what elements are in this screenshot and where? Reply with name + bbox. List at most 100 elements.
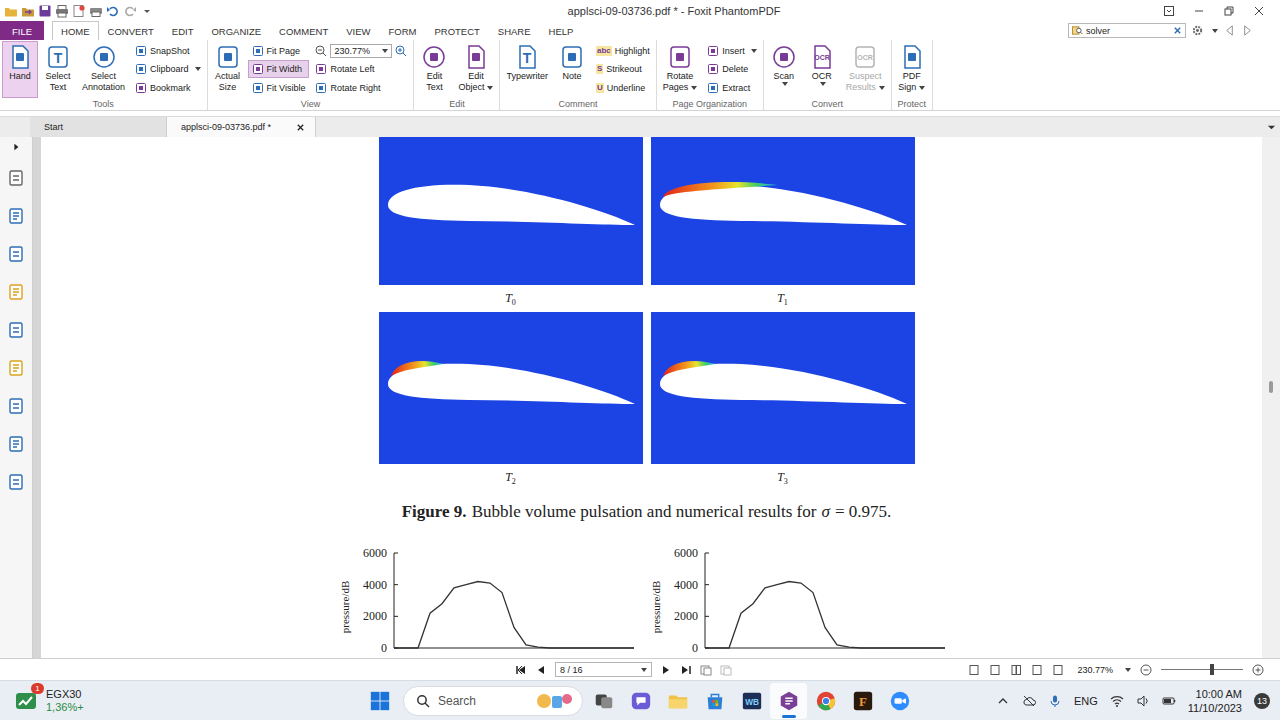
- zoom-in-icon[interactable]: [1252, 664, 1264, 676]
- next-result-icon[interactable]: [1241, 24, 1254, 37]
- dropdown-icon[interactable]: [879, 86, 885, 90]
- open-folder-icon[interactable]: [4, 4, 18, 18]
- ribbon-button[interactable]: PDFSign: [894, 41, 930, 98]
- dropdown-icon[interactable]: [751, 49, 757, 53]
- taskbar-app[interactable]: [659, 683, 696, 719]
- dropdown-icon[interactable]: [782, 82, 788, 86]
- close-icon[interactable]: [1244, 5, 1274, 17]
- page-layout-icon[interactable]: [989, 664, 1001, 676]
- undo-icon[interactable]: [106, 4, 120, 18]
- stock-widget[interactable]: 1EGX301,36%+: [14, 688, 84, 714]
- menu-tab[interactable]: PROTECT: [425, 21, 488, 40]
- first-page-icon[interactable]: [515, 664, 527, 676]
- ribbon-small-button[interactable]: Insert: [703, 42, 761, 60]
- previous-page-icon[interactable]: [535, 664, 547, 676]
- ribbon-small-button[interactable]: SnapShot: [131, 42, 205, 60]
- vertical-scrollbar[interactable]: [1262, 137, 1280, 658]
- taskbar-app[interactable]: [881, 683, 918, 719]
- comments-icon[interactable]: [7, 283, 25, 301]
- restore-icon[interactable]: [1214, 5, 1244, 17]
- document-tab[interactable]: Start: [30, 117, 167, 137]
- menu-tab[interactable]: ORGANIZE: [202, 21, 270, 40]
- ribbon-button[interactable]: RotatePages: [659, 41, 702, 98]
- customize-icon[interactable]: [140, 4, 154, 18]
- menu-tab[interactable]: SHARE: [489, 21, 540, 40]
- dropdown-icon[interactable]: [919, 86, 925, 90]
- dropdown-icon[interactable]: [691, 86, 697, 90]
- document-tab[interactable]: applsci-09-03736.pdf *: [167, 117, 316, 137]
- previous-view-icon[interactable]: [700, 664, 712, 676]
- menu-tab[interactable]: CONVERT: [99, 21, 163, 40]
- show-hidden-icons-icon[interactable]: [996, 694, 1010, 708]
- articles-icon[interactable]: [7, 435, 25, 453]
- ribbon-button[interactable]: Note: [554, 41, 590, 98]
- zoom-control[interactable]: 230.77%: [311, 42, 411, 60]
- taskbar-app[interactable]: F: [844, 683, 881, 719]
- tab-list-icon[interactable]: [1267, 123, 1276, 132]
- menu-tab[interactable]: FORM: [379, 21, 425, 40]
- destinations-icon[interactable]: [7, 397, 25, 415]
- zoom-slider[interactable]: [1161, 664, 1243, 676]
- page-layout-icon[interactable]: [1010, 664, 1022, 676]
- ribbon-small-button[interactable]: Rotate Left: [311, 60, 411, 78]
- save-icon[interactable]: [38, 4, 52, 18]
- ribbon-button[interactable]: OCRSuspectResults: [842, 41, 889, 98]
- ribbon-button[interactable]: TTypewriter: [502, 41, 552, 98]
- ribbon-small-button[interactable]: Fit Page: [248, 42, 310, 60]
- menu-tab[interactable]: FILE: [0, 21, 44, 40]
- ribbon-button[interactable]: TSelectText: [40, 41, 76, 98]
- close-tab-icon[interactable]: [296, 123, 305, 132]
- zoom-out-icon[interactable]: [1140, 664, 1152, 676]
- gear-icon[interactable]: [1191, 24, 1204, 37]
- expand-panel-icon[interactable]: [12, 143, 20, 151]
- page-thumbnails-icon[interactable]: [7, 169, 25, 187]
- security-icon[interactable]: [7, 359, 25, 377]
- notification-badge[interactable]: 13: [1254, 693, 1270, 709]
- minimize-icon[interactable]: [1184, 5, 1214, 17]
- ribbon-small-button[interactable]: UUnderline: [592, 79, 654, 97]
- speaker-icon[interactable]: [1136, 694, 1150, 708]
- taskbar-search[interactable]: Search: [403, 686, 583, 716]
- menu-tab[interactable]: EDIT: [163, 21, 203, 40]
- ribbon-small-button[interactable]: Extract: [703, 79, 761, 97]
- battery-icon[interactable]: [1162, 694, 1176, 708]
- ribbon-small-button[interactable]: Delete: [703, 60, 761, 78]
- ribbon-button[interactable]: Scan: [766, 41, 802, 98]
- dropdown-icon[interactable]: [195, 67, 201, 71]
- input-language[interactable]: ENG: [1074, 695, 1098, 707]
- ribbon-button[interactable]: ActualSize: [210, 41, 246, 98]
- zoom-field[interactable]: 230.77%: [330, 44, 392, 58]
- ribbon-display-icon[interactable]: [1154, 5, 1184, 17]
- menu-tab[interactable]: VIEW: [337, 21, 379, 40]
- open-file-icon[interactable]: [21, 4, 35, 18]
- ribbon-small-button[interactable]: abcHighlight: [592, 42, 654, 60]
- next-view-icon[interactable]: [720, 664, 732, 676]
- previous-result-icon[interactable]: [1223, 24, 1236, 37]
- dropdown-icon[interactable]: [487, 86, 493, 90]
- ribbon-small-button[interactable]: Bookmark: [131, 79, 205, 97]
- ribbon-small-button[interactable]: Fit Visible: [248, 79, 310, 97]
- redo-icon[interactable]: [123, 4, 137, 18]
- menu-tab[interactable]: HOME: [52, 21, 99, 40]
- menu-tab[interactable]: COMMENT: [270, 21, 337, 40]
- page-layout-icon[interactable]: [1031, 664, 1043, 676]
- ribbon-button[interactable]: Hand: [2, 41, 38, 98]
- ribbon-button[interactable]: EditObject: [454, 41, 497, 98]
- gear-dropdown-icon[interactable]: [1212, 29, 1218, 33]
- ribbon-small-button[interactable]: SStrikeout: [592, 60, 654, 78]
- page-field[interactable]: 8 / 16: [555, 662, 652, 677]
- page-layout-icon[interactable]: [968, 664, 980, 676]
- microphone-icon[interactable]: [1048, 694, 1062, 708]
- search-field[interactable]: solver: [1068, 23, 1186, 38]
- ribbon-small-button[interactable]: Rotate Right: [311, 79, 411, 97]
- dropdown-icon[interactable]: [820, 82, 826, 86]
- next-page-icon[interactable]: [660, 664, 672, 676]
- print-setup-icon[interactable]: [89, 4, 103, 18]
- zoom-out-icon[interactable]: [315, 45, 327, 57]
- new-icon[interactable]: [72, 4, 86, 18]
- layers-icon[interactable]: [7, 207, 25, 225]
- taskbar-app[interactable]: [585, 683, 622, 719]
- ribbon-button[interactable]: OCROCR: [804, 41, 840, 98]
- print-icon[interactable]: [55, 4, 69, 18]
- scroll-thumb[interactable]: [1269, 381, 1273, 393]
